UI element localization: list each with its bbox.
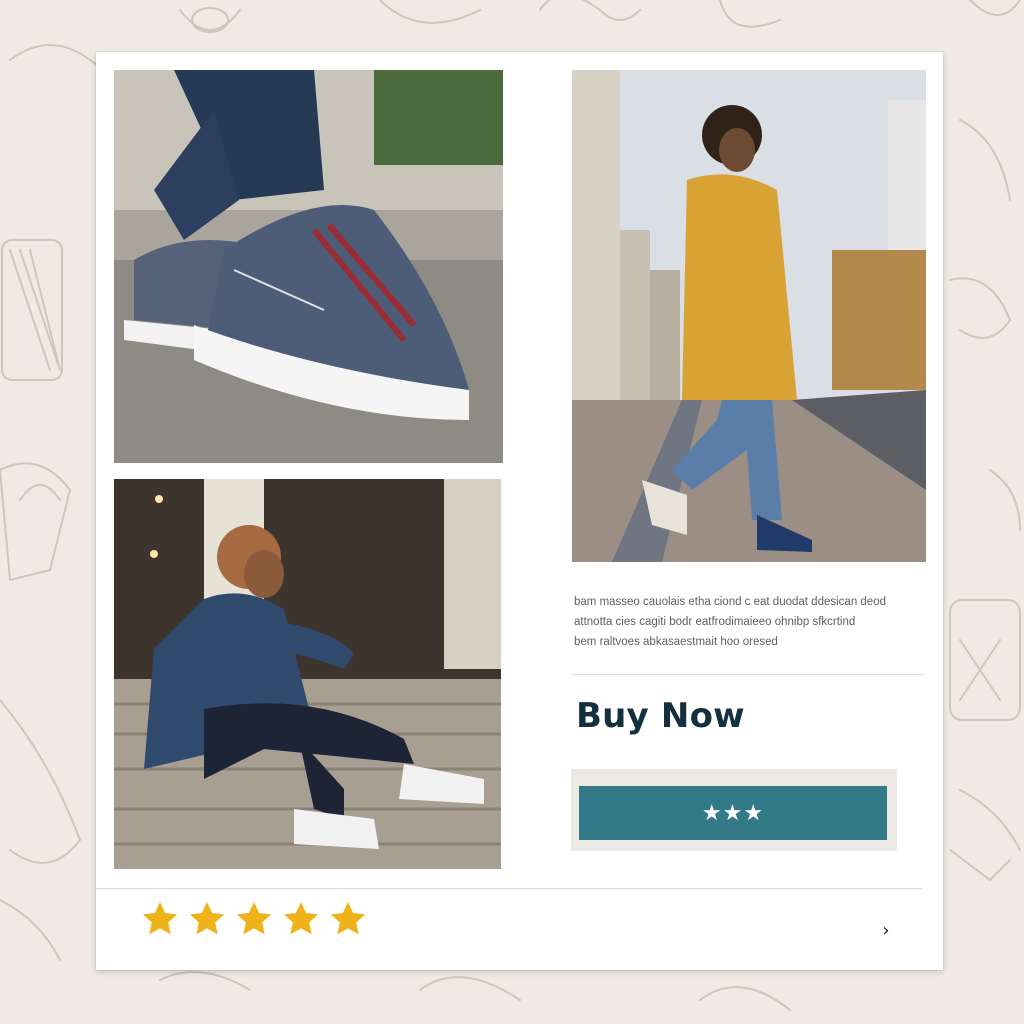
next-button[interactable]: › [870, 914, 902, 946]
product-card: bam masseo cauolais etha ciond c eat duo… [96, 52, 943, 970]
buy-now-button[interactable]: ★★★ [579, 786, 887, 840]
star-icon [187, 899, 227, 939]
woman-walking-street-photo[interactable] [572, 70, 926, 562]
sneaker-closeup-photo[interactable] [114, 70, 503, 463]
description-line-2: attnotta cies cagiti bodr eatfrodimaieeo… [574, 616, 856, 628]
description-line-3: bem raltvoes abkasaestmait hoo oresed [574, 636, 778, 648]
description-line-1: bam masseo cauolais etha ciond c eat duo… [574, 596, 886, 608]
star-icon [328, 899, 368, 939]
product-description: bam masseo cauolais etha ciond c eat duo… [574, 592, 904, 652]
arrow-right-icon: › [882, 919, 890, 941]
divider [96, 888, 922, 889]
star-icon [281, 899, 321, 939]
cta-frame: ★★★ [571, 769, 897, 851]
buy-now-heading: Buy Now [576, 696, 745, 736]
woman-sitting-steps-photo[interactable] [114, 479, 501, 869]
star-icon [234, 899, 274, 939]
rating-stars [140, 896, 368, 942]
divider [572, 674, 924, 675]
star-icon [140, 899, 180, 939]
